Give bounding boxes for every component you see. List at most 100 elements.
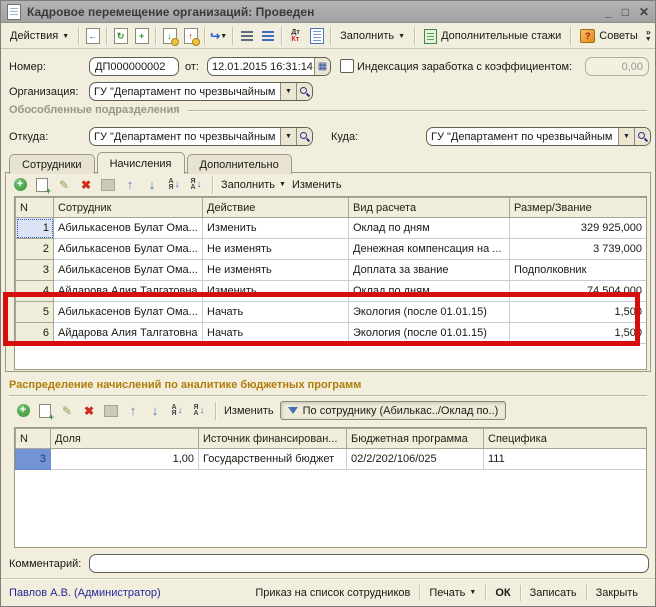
calc-type-cell[interactable]: Экология (после 01.01.15) [349,302,510,323]
ok-button[interactable]: ОК [486,579,519,606]
filter-by-employee-toggle[interactable]: По сотруднику (Абилькас../Оклад по..) [280,401,507,420]
debit-credit-button[interactable]: ДтКт [286,27,305,46]
sort-desc-button[interactable]: ЯА↓ [188,177,204,193]
unpost-document-button[interactable]: ↑ [181,27,200,46]
add-row-button[interactable]: + [15,403,31,419]
column-header-employee[interactable]: Сотрудник [54,198,203,218]
sort-asc-button[interactable]: АЯ↓ [166,177,182,193]
lookup-button[interactable] [296,83,312,100]
tab-employees[interactable]: Сотрудники [9,154,95,174]
delete-row-button[interactable]: ✖ [81,403,97,419]
calc-type-cell[interactable]: Оклад по дням [349,281,510,302]
share-cell[interactable]: 1,00 [51,449,199,470]
column-header-specifics[interactable]: Специфика [484,429,647,449]
employee-cell[interactable]: Абилькасенов Булат Ома... [54,302,203,323]
row-n-cell[interactable]: 1 [16,218,54,239]
additional-experience-button[interactable]: Дополнительные стажи [419,27,566,46]
column-header-calc-type[interactable]: Вид расчета [349,198,510,218]
accruals-change-button[interactable]: Изменить [292,179,342,191]
edit-row-button[interactable]: ✎ [59,403,75,419]
row-n-cell[interactable]: 6 [16,323,54,344]
employee-list-order-button[interactable]: Приказ на список сотрудников [246,579,419,606]
maximize-button[interactable]: □ [622,5,629,19]
calc-type-cell[interactable]: Доплата за звание [349,260,510,281]
close-window-button[interactable]: Закрыть [587,579,647,606]
column-header-action[interactable]: Действие [203,198,349,218]
comment-input[interactable] [89,554,649,573]
indexation-checkbox[interactable] [340,59,354,73]
save-button[interactable]: Записать [521,579,586,606]
end-edit-button[interactable] [103,403,119,419]
row-n-cell[interactable]: 3 [16,449,51,470]
refresh-button[interactable]: ↻ [111,27,130,46]
copy-row-button[interactable] [37,403,53,419]
from-input[interactable]: ГУ "Департамент по чрезвычайным ▼ [89,127,313,146]
amount-cell[interactable]: 1,500 [510,323,647,344]
action-cell[interactable]: Начать [203,302,349,323]
number-input[interactable]: ДП000000002 [89,57,179,76]
tab-additional[interactable]: Дополнительно [187,154,292,174]
action-cell[interactable]: Начать [203,323,349,344]
amount-cell[interactable]: Подполковник [510,260,647,281]
edit-row-button[interactable]: ✎ [56,177,72,193]
specifics-cell[interactable]: 111 [484,449,647,470]
dropdown-button[interactable]: ▼ [280,83,296,100]
amount-cell[interactable]: 3 739,000 [510,239,647,260]
calc-type-cell[interactable]: Оклад по дням [349,218,510,239]
amount-cell[interactable]: 74 504,000 [510,281,647,302]
tab-accruals[interactable]: Начисления [97,152,185,174]
sort-desc-button[interactable]: ЯА↓ [191,403,207,419]
copy-row-button[interactable] [34,177,50,193]
column-header-n[interactable]: N [16,429,51,449]
employee-cell[interactable]: Айдарова Алия Талгатовна [54,323,203,344]
reread-button[interactable]: ← [83,27,102,46]
column-header-source[interactable]: Источник финансирован... [199,429,347,449]
column-header-n[interactable]: N [16,198,54,218]
journal-button[interactable] [307,27,326,46]
fill-button[interactable]: Заполнить ▼ [335,28,410,44]
move-down-button[interactable]: ↓ [147,403,163,419]
program-cell[interactable]: 02/2/202/106/025 [347,449,484,470]
move-down-button[interactable]: ↓ [144,177,160,193]
action-cell[interactable]: Изменить [203,218,349,239]
move-up-button[interactable]: ↑ [125,403,141,419]
accruals-fill-button[interactable]: Заполнить ▼ [221,179,286,191]
employee-cell[interactable]: Абилькасенов Булат Ома... [54,260,203,281]
print-button[interactable]: Печать ▼ [420,579,485,606]
dropdown-button[interactable]: ▼ [280,128,296,145]
structure-button[interactable] [237,27,256,46]
list-settings-button[interactable] [258,27,277,46]
amount-cell[interactable]: 1,500 [510,302,647,323]
amount-cell[interactable]: 329 925,000 [510,218,647,239]
distribution-change-button[interactable]: Изменить [224,405,274,417]
actions-button[interactable]: Действия ▼ [5,28,74,44]
column-header-program[interactable]: Бюджетная программа [347,429,484,449]
tips-button[interactable]: ? Советы [575,27,642,45]
calendar-button[interactable]: ▦ [314,58,330,75]
minimize-button[interactable]: _ [605,5,612,19]
row-n-cell[interactable]: 5 [16,302,54,323]
copy-button[interactable]: + [132,27,151,46]
delete-row-button[interactable]: ✖ [78,177,94,193]
goto-button[interactable]: ↪▼ [209,27,228,46]
toolbar-overflow-button[interactable]: »▼ [645,28,654,44]
date-input[interactable]: 12.01.2015 16:31:14 ▦ [207,57,331,76]
sort-asc-button[interactable]: АЯ↓ [169,403,185,419]
to-input[interactable]: ГУ "Департамент по чрезвычайным ▼ [426,127,651,146]
source-cell[interactable]: Государственный бюджет [199,449,347,470]
row-n-cell[interactable]: 2 [16,239,54,260]
close-button[interactable]: ✕ [639,5,649,19]
calc-type-cell[interactable]: Денежная компенсация на ... [349,239,510,260]
column-header-amount[interactable]: Размер/Звание [510,198,647,218]
row-n-cell[interactable]: 4 [16,281,54,302]
add-row-button[interactable]: + [12,177,28,193]
action-cell[interactable]: Не изменять [203,260,349,281]
employee-cell[interactable]: Абилькасенов Булат Ома... [54,239,203,260]
lookup-button[interactable] [634,128,650,145]
lookup-button[interactable] [296,128,312,145]
employee-cell[interactable]: Абилькасенов Булат Ома... [54,218,203,239]
move-up-button[interactable]: ↑ [122,177,138,193]
row-n-cell[interactable]: 3 [16,260,54,281]
organization-input[interactable]: ГУ "Департамент по чрезвычайным ▼ [89,82,313,101]
column-header-share[interactable]: Доля [51,429,199,449]
